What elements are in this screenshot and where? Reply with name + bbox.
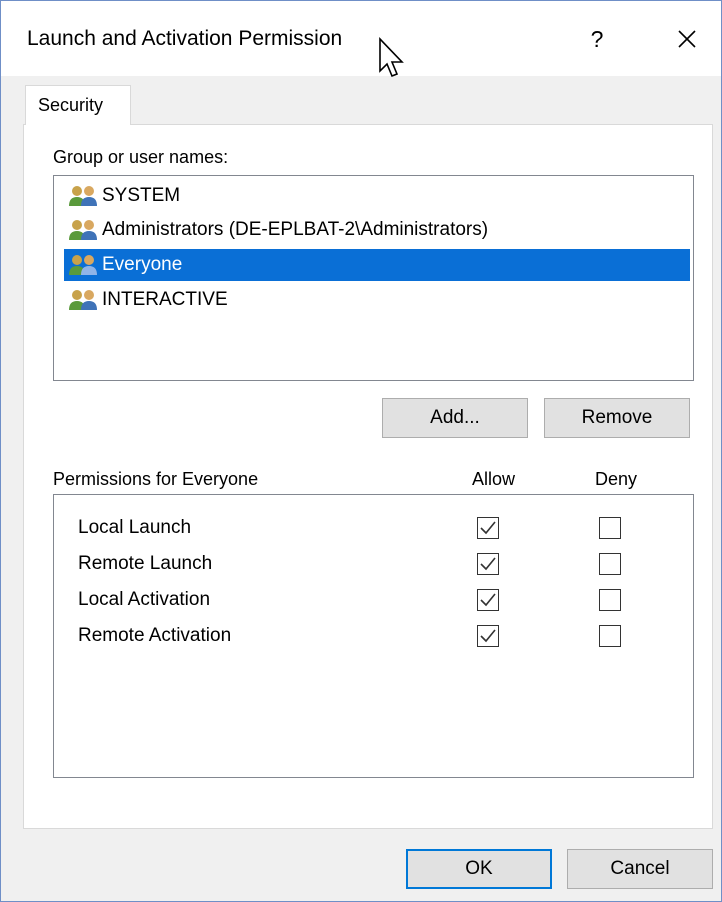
close-button[interactable]: [667, 21, 707, 57]
permission-dialog: Launch and Activation Permission ? Secur…: [0, 0, 722, 902]
permission-name: Remote Activation: [78, 625, 232, 646]
list-item-selected[interactable]: Everyone: [64, 249, 690, 281]
user-group-icon: [69, 186, 97, 206]
mouse-cursor-icon: [379, 37, 404, 78]
permissions-list: Local Launch Remote Launch Local Activat…: [53, 494, 694, 778]
allow-checkbox[interactable]: [477, 625, 499, 647]
close-icon: [678, 30, 696, 48]
checkmark-icon: [480, 629, 496, 643]
cancel-button[interactable]: Cancel: [567, 849, 713, 889]
remove-button[interactable]: Remove: [544, 398, 690, 438]
list-item-label: Everyone: [102, 254, 183, 275]
list-item-label: SYSTEM: [102, 185, 181, 206]
permission-row-remote-launch: Remote Launch: [54, 547, 693, 583]
checkmark-icon: [480, 521, 496, 535]
deny-checkbox[interactable]: [599, 517, 621, 539]
permissions-label: Permissions for Everyone: [53, 469, 259, 489]
user-group-icon: [69, 290, 97, 310]
allow-checkbox[interactable]: [477, 517, 499, 539]
add-button[interactable]: Add...: [382, 398, 528, 438]
allow-checkbox[interactable]: [477, 553, 499, 575]
security-panel: Group or user names: SYSTEM Administrato…: [23, 124, 713, 829]
list-item-label: INTERACTIVE: [102, 289, 228, 310]
deny-checkbox[interactable]: [599, 553, 621, 575]
allow-checkbox[interactable]: [477, 589, 499, 611]
list-item-label: Administrators (DE-EPLBAT-2\Administrato…: [102, 219, 489, 240]
group-user-listbox[interactable]: SYSTEM Administrators (DE-EPLBAT-2\Admin…: [53, 175, 694, 381]
user-group-icon: [69, 255, 97, 275]
allow-header: Allow: [472, 469, 516, 489]
list-item[interactable]: SYSTEM: [64, 180, 690, 212]
permission-row-remote-activation: Remote Activation: [54, 619, 693, 655]
permission-row-local-activation: Local Activation: [54, 583, 693, 619]
permission-name: Local Launch: [78, 517, 192, 538]
checkmark-icon: [480, 593, 496, 607]
checkmark-icon: [480, 557, 496, 571]
ok-button[interactable]: OK: [406, 849, 552, 889]
user-group-icon: [69, 220, 97, 240]
list-item[interactable]: INTERACTIVE: [64, 284, 690, 316]
deny-header: Deny: [595, 469, 638, 489]
window-title: Launch and Activation Permission: [27, 27, 343, 50]
list-item[interactable]: Administrators (DE-EPLBAT-2\Administrato…: [64, 214, 690, 246]
tab-security[interactable]: Security: [25, 85, 131, 125]
permission-name: Local Activation: [78, 589, 211, 610]
deny-checkbox[interactable]: [599, 589, 621, 611]
group-names-label: Group or user names:: [53, 147, 229, 167]
permission-row-local-launch: Local Launch: [54, 511, 693, 547]
title-bar: Launch and Activation Permission ?: [1, 1, 721, 78]
help-button[interactable]: ?: [581, 23, 613, 55]
deny-checkbox[interactable]: [599, 625, 621, 647]
permission-name: Remote Launch: [78, 553, 213, 574]
